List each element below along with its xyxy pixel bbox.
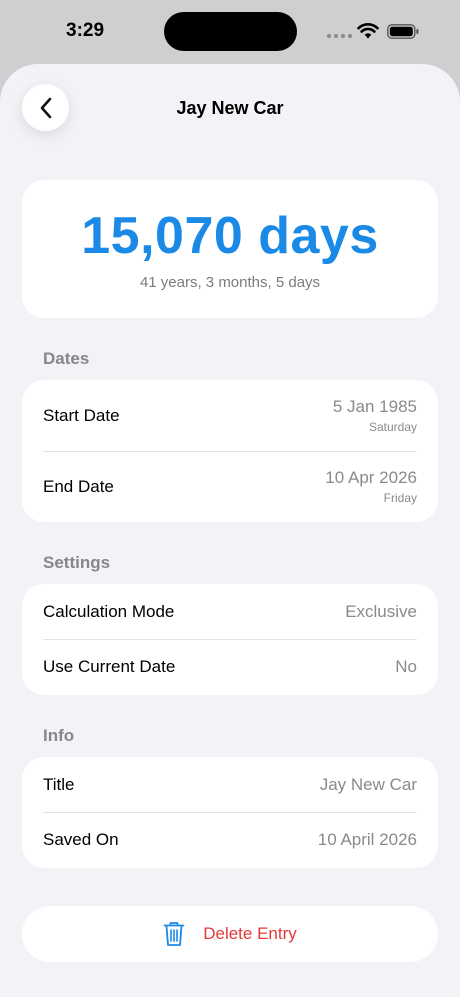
settings-group: Calculation Mode Exclusive Use Current D… (22, 584, 438, 695)
title-label: Title (43, 774, 75, 794)
status-time: 3:29 (66, 20, 105, 41)
saved-on-value: 10 April 2026 (317, 830, 417, 849)
use-current-date-row[interactable]: Use Current Date No (22, 639, 438, 695)
summary-card: 15,070 days 41 years, 3 months, 5 days (22, 180, 438, 318)
dynamic-island (164, 12, 297, 51)
section-header-dates: Dates (43, 349, 90, 368)
end-date-text: 10 Apr 2026 (325, 468, 417, 487)
start-date-text: 5 Jan 1985 (332, 397, 417, 416)
start-date-weekday: Saturday (368, 420, 417, 434)
saved-on-label: Saved On (43, 830, 119, 849)
wifi-icon (357, 23, 379, 39)
use-current-date-label: Use Current Date (43, 657, 176, 676)
section-header-settings: Settings (43, 553, 111, 572)
status-bar: 3:29 (0, 0, 460, 64)
total-days: 15,070 days (81, 207, 379, 265)
start-date-label: Start Date (43, 405, 120, 425)
title-value: Jay New Car (319, 774, 417, 794)
start-date-value: 5 Jan 1985 Saturday (333, 397, 417, 434)
trash-icon (163, 922, 185, 946)
delete-entry-label: Delete Entry (203, 924, 297, 943)
signal-icon (327, 34, 352, 38)
end-date-value: 10 Apr 2026 Friday (325, 468, 417, 505)
end-date-weekday: Friday (383, 491, 417, 505)
end-date-row[interactable]: End Date 10 Apr 2026 Friday (22, 451, 438, 522)
end-date-label: End Date (43, 476, 114, 496)
duration-breakdown: 41 years, 3 months, 5 days (139, 274, 321, 291)
battery-icon (387, 24, 419, 39)
saved-on-row: Saved On 10 April 2026 (22, 812, 438, 868)
calculation-mode-row[interactable]: Calculation Mode Exclusive (22, 584, 438, 639)
delete-entry-button[interactable]: Delete Entry (22, 906, 438, 962)
section-header-info: Info (43, 726, 75, 745)
detail-sheet: Jay New Car 15,070 days 41 years, 3 mont… (0, 64, 460, 997)
page-title: Jay New Car (176, 98, 284, 118)
use-current-date-value: No (395, 657, 417, 676)
info-group: Title Jay New Car Saved On 10 April 2026 (22, 757, 438, 868)
calculation-mode-label: Calculation Mode (43, 601, 175, 621)
title-row[interactable]: Title Jay New Car (22, 757, 438, 812)
dates-group: Start Date 5 Jan 1985 Saturday End Date … (22, 380, 438, 522)
start-date-row[interactable]: Start Date 5 Jan 1985 Saturday (22, 380, 438, 451)
calculation-mode-value: Exclusive (345, 601, 417, 621)
